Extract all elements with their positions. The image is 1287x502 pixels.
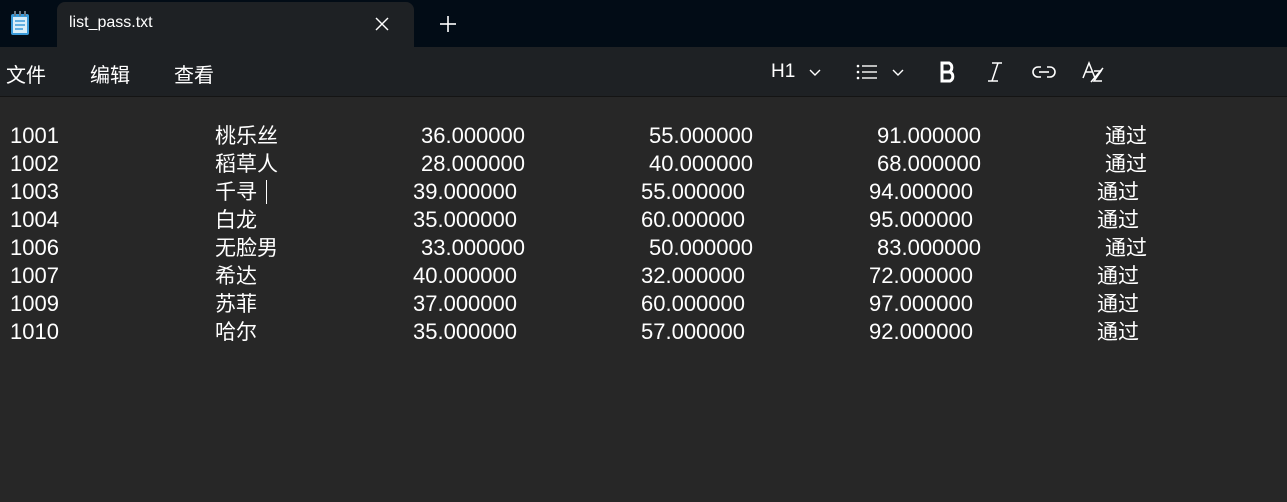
bulleted-list-icon — [856, 64, 877, 80]
cell-name: 桃乐丝 — [215, 124, 278, 148]
cell-total: 83.000000 — [877, 235, 981, 260]
cell-total: 94.000000 — [869, 179, 973, 204]
cell-status: 通过 — [1105, 152, 1147, 176]
cell-name: 无脸男 — [215, 236, 278, 260]
cell-score-2: 57.000000 — [641, 319, 745, 344]
cell-score-1: 36.000000 — [421, 123, 525, 148]
bold-button[interactable] — [938, 57, 958, 87]
list-dropdown[interactable] — [856, 57, 906, 87]
chevron-down-icon — [892, 69, 904, 76]
menu-view[interactable]: 查看 — [174, 59, 214, 88]
cell-score-2: 55.000000 — [641, 179, 745, 204]
cell-score-2: 60.000000 — [641, 291, 745, 316]
tab-title: list_pass.txt — [69, 14, 153, 31]
cell-score-1: 35.000000 — [413, 207, 517, 232]
cell-id: 1007 — [10, 263, 59, 288]
cell-id: 1002 — [10, 151, 59, 176]
cell-total: 92.000000 — [869, 319, 973, 344]
plus-icon[interactable] — [438, 14, 458, 34]
cell-score-2: 40.000000 — [649, 151, 753, 176]
cell-score-2: 32.000000 — [641, 263, 745, 288]
cell-name: 稻草人 — [215, 152, 278, 176]
cell-total: 68.000000 — [877, 151, 981, 176]
cell-score-2: 60.000000 — [641, 207, 745, 232]
cell-status: 通过 — [1105, 236, 1147, 260]
heading-label: H1 — [771, 61, 796, 82]
cell-name: 苏菲 — [215, 292, 257, 316]
notepad-icon — [11, 11, 29, 35]
heading-dropdown[interactable]: H1 — [771, 57, 823, 87]
italic-icon — [988, 62, 1002, 82]
cell-status: 通过 — [1097, 264, 1139, 288]
menu-bar: 文件 编辑 查看 H1 — [0, 47, 1287, 97]
cell-total: 91.000000 — [877, 123, 981, 148]
cell-name: 白龙 — [215, 208, 257, 232]
cell-score-2: 55.000000 — [649, 123, 753, 148]
cell-score-1: 28.000000 — [421, 151, 525, 176]
cell-status: 通过 — [1097, 320, 1139, 344]
cell-score-1: 37.000000 — [413, 291, 517, 316]
chevron-down-icon — [809, 69, 821, 76]
cell-total: 97.000000 — [869, 291, 973, 316]
cell-id: 1004 — [10, 207, 59, 232]
title-bar: list_pass.txt — [0, 0, 1287, 47]
cell-id: 1001 — [10, 123, 59, 148]
clear-formatting-icon — [1082, 60, 1104, 83]
cell-status: 通过 — [1097, 292, 1139, 316]
cell-score-1: 33.000000 — [421, 235, 525, 260]
menu-file[interactable]: 文件 — [6, 59, 46, 88]
cell-id: 1009 — [10, 291, 59, 316]
cell-status: 通过 — [1105, 124, 1147, 148]
italic-button[interactable] — [985, 57, 1005, 87]
cell-score-1: 35.000000 — [413, 319, 517, 344]
cell-name: 哈尔 — [215, 320, 257, 344]
tab-list-pass[interactable]: list_pass.txt — [57, 2, 414, 47]
cell-status: 通过 — [1097, 180, 1139, 204]
clear-formatting-button[interactable] — [1081, 57, 1105, 87]
cell-total: 95.000000 — [869, 207, 973, 232]
link-icon — [1032, 66, 1056, 78]
bold-icon — [940, 61, 955, 83]
cell-score-1: 39.000000 — [413, 179, 517, 204]
text-caret — [266, 180, 267, 204]
cell-total: 72.000000 — [869, 263, 973, 288]
cell-score-1: 40.000000 — [413, 263, 517, 288]
menu-edit[interactable]: 编辑 — [90, 59, 130, 88]
cell-id: 1006 — [10, 235, 59, 260]
editor-text-area[interactable]: 1001 桃乐丝 36.000000 55.000000 91.000000 通过 1002… — [0, 97, 1287, 502]
cell-score-2: 50.000000 — [649, 235, 753, 260]
cell-name: 希达 — [215, 264, 257, 288]
cell-id: 1010 — [10, 319, 59, 344]
cell-name: 千寻 — [215, 180, 257, 204]
cell-status: 通过 — [1097, 208, 1139, 232]
link-button[interactable] — [1032, 57, 1056, 87]
close-icon[interactable] — [372, 14, 392, 34]
cell-id: 1003 — [10, 179, 59, 204]
